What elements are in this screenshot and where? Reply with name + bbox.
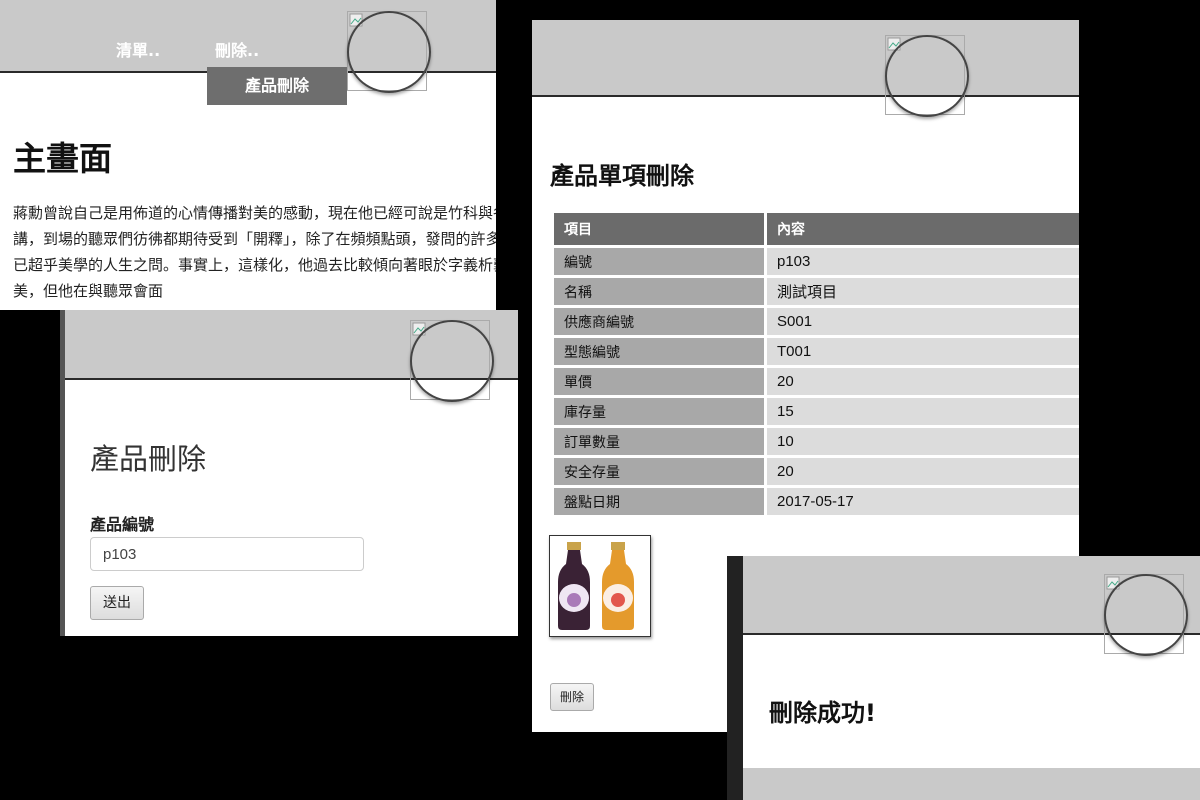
- row-value: 測試項目: [767, 278, 1079, 305]
- form-title: 產品刪除: [90, 442, 207, 476]
- logo-image: [1104, 574, 1188, 656]
- detail-title: 產品單項刪除: [550, 162, 694, 190]
- dropdown-item-product-delete[interactable]: 產品刪除: [207, 67, 347, 105]
- table-header-row: 項目 內容: [554, 213, 1079, 245]
- row-key: 型態編號: [554, 338, 764, 365]
- row-value: 10: [767, 428, 1079, 455]
- product-id-label: 產品編號: [90, 515, 155, 534]
- row-value: S001: [767, 308, 1079, 335]
- row-key: 供應商編號: [554, 308, 764, 335]
- submit-button[interactable]: 送出: [90, 586, 144, 620]
- row-value: 2017-05-17: [767, 488, 1079, 515]
- row-key: 庫存量: [554, 398, 764, 425]
- logo-image: [885, 35, 969, 117]
- product-image: [549, 535, 651, 637]
- table-row: 庫存量 15: [554, 398, 1079, 425]
- header-bar: [532, 20, 1079, 97]
- row-value: 15: [767, 398, 1079, 425]
- row-value: T001: [767, 338, 1079, 365]
- nav-list-menu[interactable]: 清單..: [116, 37, 160, 61]
- row-value: 20: [767, 458, 1079, 485]
- footer-bar: [743, 768, 1200, 800]
- success-message: 刪除成功!: [769, 699, 876, 727]
- table-row: 編號 p103: [554, 248, 1079, 275]
- delete-form-window: 產品刪除 產品編號 送出: [60, 310, 518, 636]
- row-key: 訂單數量: [554, 428, 764, 455]
- juice-bottles-icon: [558, 542, 634, 630]
- table-row: 安全存量 20: [554, 458, 1079, 485]
- table-row: 供應商編號 S001: [554, 308, 1079, 335]
- page-title: 主畫面: [13, 139, 112, 178]
- row-key: 單價: [554, 368, 764, 395]
- row-key: 名稱: [554, 278, 764, 305]
- delete-button[interactable]: 刪除: [550, 683, 594, 711]
- row-key: 編號: [554, 248, 764, 275]
- product-id-input[interactable]: [90, 537, 364, 571]
- main-window: 清單.. 刪除.. 產品刪除 主畫面 蔣勳曾說自己是用佈道的心情傳播對美的感動，…: [0, 0, 496, 310]
- header-content: 內容: [767, 213, 1079, 245]
- detail-table: 項目 內容 編號 p103 名稱 測試項目 供應商編號 S001 型態編號 T001 單…: [551, 210, 1079, 518]
- table-row: 型態編號 T001: [554, 338, 1079, 365]
- row-key: 安全存量: [554, 458, 764, 485]
- intro-paragraph: 蔣勳曾說自己是用佈道的心情傳播對美的感動，現在他已經可說是竹科與各地演講，到場的…: [13, 204, 496, 300]
- table-row: 盤點日期 2017-05-17: [554, 488, 1079, 515]
- logo-image: [347, 11, 431, 93]
- row-value: 20: [767, 368, 1079, 395]
- header-item: 項目: [554, 213, 764, 245]
- table-row: 單價 20: [554, 368, 1079, 395]
- nav-delete-menu[interactable]: 刪除..: [215, 37, 259, 61]
- logo-image: [410, 320, 494, 402]
- success-window: 刪除成功!: [727, 556, 1200, 800]
- row-key: 盤點日期: [554, 488, 764, 515]
- row-value: p103: [767, 248, 1079, 275]
- table-row: 名稱 測試項目: [554, 278, 1079, 305]
- table-row: 訂單數量 10: [554, 428, 1079, 455]
